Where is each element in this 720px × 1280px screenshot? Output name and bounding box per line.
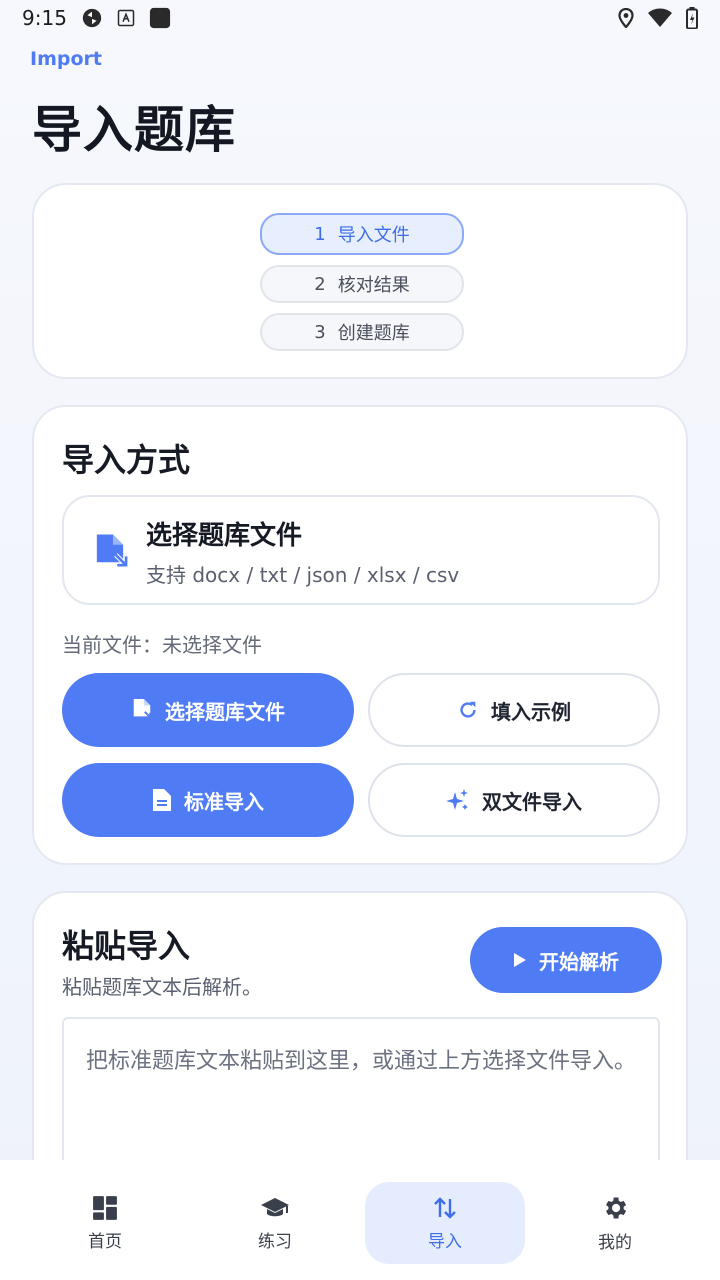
nav-label: 导入 <box>428 1231 462 1252</box>
step-label: 导入文件 <box>337 225 410 246</box>
nav-item-practice[interactable]: 练习 <box>195 1182 355 1264</box>
wifi-icon <box>648 8 672 27</box>
sparkle-icon <box>446 789 468 810</box>
document-icon <box>153 789 171 811</box>
school-icon <box>261 1197 289 1216</box>
section-title: 粘贴导入 <box>62 927 191 965</box>
dual-file-import-button[interactable]: 双文件导入 <box>368 763 660 837</box>
swap-vertical-icon <box>434 1196 456 1219</box>
font-icon <box>117 9 135 27</box>
step-import-file[interactable]: 1 导入文件 <box>260 213 464 255</box>
section-title: 导入方式 <box>62 441 191 479</box>
button-label: 标准导入 <box>184 789 264 814</box>
file-import-icon <box>92 533 129 575</box>
app-icon <box>149 7 171 29</box>
gear-icon <box>606 1197 627 1218</box>
import-method-card: 导入方式 选择题库文件 支持 docx / txt / json / xlsx … <box>32 405 688 865</box>
battery-icon <box>686 7 698 29</box>
step-check-results[interactable]: 2 核对结果 <box>260 265 464 303</box>
nav-label: 首页 <box>88 1231 122 1252</box>
file-select-box[interactable]: 选择题库文件 支持 docx / txt / json / xlsx / csv <box>62 495 660 605</box>
step-number: 2 <box>314 273 326 295</box>
play-icon <box>514 953 526 967</box>
file-box-title: 选择题库文件 <box>146 521 303 551</box>
current-file-text: 当前文件：未选择文件 <box>62 633 262 657</box>
step-number: 1 <box>314 223 326 245</box>
paste-subtitle: 粘贴题库文本后解析。 <box>62 975 262 999</box>
choose-file-button[interactable]: 选择题库文件 <box>62 673 354 747</box>
breadcrumb: Import <box>30 48 102 70</box>
dashboard-icon <box>93 1195 117 1220</box>
step-label: 创建题库 <box>337 323 410 344</box>
nav-item-home[interactable]: 首页 <box>25 1182 185 1264</box>
button-label: 选择题库文件 <box>165 699 285 724</box>
nav-label: 我的 <box>598 1232 632 1253</box>
bottom-navigation: 首页 练习 导入 我的 <box>0 1160 720 1280</box>
nav-item-import[interactable]: 导入 <box>365 1182 525 1264</box>
supported-formats: 支持 docx / txt / json / xlsx / csv <box>146 563 460 587</box>
refresh-icon <box>460 701 476 718</box>
nav-item-mine[interactable]: 我的 <box>535 1182 695 1264</box>
location-icon <box>618 8 634 28</box>
button-label: 开始解析 <box>539 949 619 974</box>
step-create-bank[interactable]: 3 创建题库 <box>260 313 464 351</box>
sync-icon <box>82 8 102 28</box>
status-bar: 9:15 <box>0 0 720 36</box>
page-title: 导入题库 <box>32 101 236 159</box>
status-time: 9:15 <box>22 6 67 30</box>
button-label: 填入示例 <box>491 699 571 724</box>
step-label: 核对结果 <box>337 275 410 296</box>
start-parse-button[interactable]: 开始解析 <box>470 927 662 993</box>
file-import-icon <box>133 699 152 719</box>
nav-label: 练习 <box>258 1231 292 1252</box>
fill-example-button[interactable]: 填入示例 <box>368 673 660 747</box>
standard-import-button[interactable]: 标准导入 <box>62 763 354 837</box>
steps-card: 1 导入文件 2 核对结果 3 创建题库 <box>32 183 688 379</box>
button-label: 双文件导入 <box>482 789 582 814</box>
step-number: 3 <box>314 321 326 343</box>
